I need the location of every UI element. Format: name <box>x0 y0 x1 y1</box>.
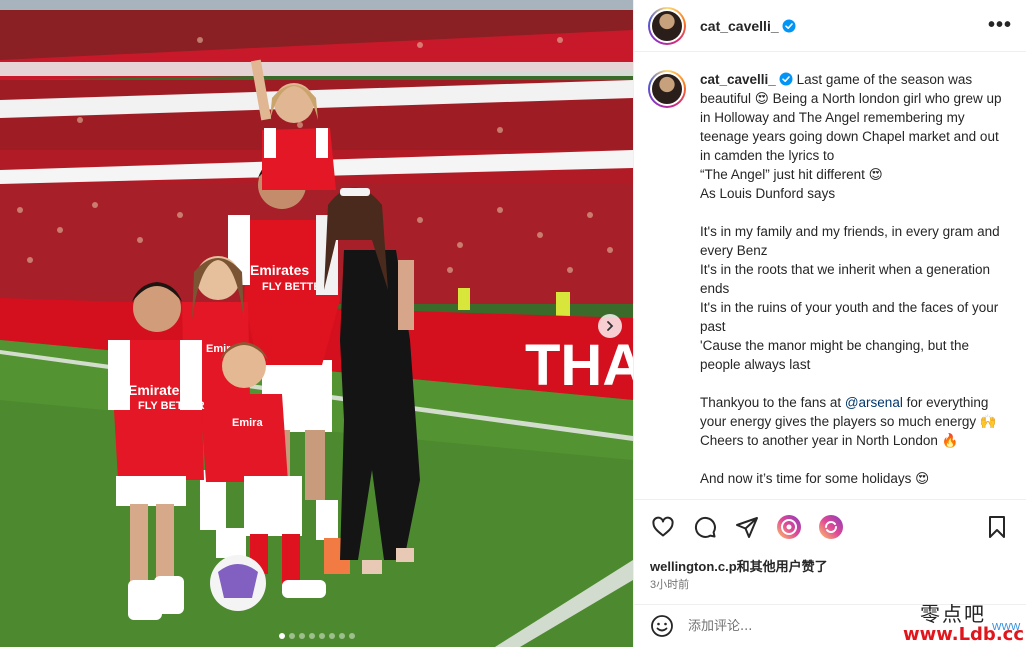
stadium-photo-art: THA Emirates FLY BETTER Emira Emira Emir… <box>0 0 633 647</box>
post-timestamp[interactable]: 3小时前 <box>650 576 689 592</box>
username-text[interactable]: cat_cavelli_ <box>700 18 779 34</box>
comment-button[interactable] <box>692 514 718 540</box>
watermark-text: 零点吧 <box>920 602 986 626</box>
username-link[interactable]: cat_cavelli_ <box>700 18 796 34</box>
threads-button[interactable] <box>776 514 802 540</box>
svg-text:Emirates: Emirates <box>128 382 187 398</box>
caption: cat_cavelli_ Last game of the season was… <box>648 70 1012 498</box>
caption-username[interactable]: cat_cavelli_ <box>700 72 776 87</box>
avatar[interactable] <box>648 6 686 45</box>
caption-body-start: Last game of the season was beautiful 😍 … <box>700 72 1002 410</box>
emoji-icon[interactable] <box>650 614 674 638</box>
carousel-dot <box>338 633 345 639</box>
mention-link[interactable]: @arsenal <box>845 395 903 410</box>
verified-icon <box>782 19 796 32</box>
carousel-indicator <box>0 633 633 639</box>
post-photo[interactable]: THA Emirates FLY BETTER Emira Emira Emir… <box>0 0 633 647</box>
carousel-dot <box>308 633 315 639</box>
like-button[interactable] <box>650 514 676 540</box>
svg-text:Emira: Emira <box>232 417 263 429</box>
carousel-dot <box>328 633 335 639</box>
carousel-dot <box>288 633 295 639</box>
action-bar <box>634 499 1026 554</box>
threads-icon <box>777 515 801 539</box>
remix-button[interactable] <box>818 514 844 540</box>
remix-icon <box>819 515 843 539</box>
carousel-next-button[interactable] <box>598 314 622 338</box>
share-icon <box>736 517 758 538</box>
verified-icon <box>779 72 793 86</box>
carousel-dot <box>298 633 305 639</box>
likes-summary[interactable]: wellington.c.p和其他用户赞了 <box>650 556 828 575</box>
post-side-panel: cat_cavelli_ ••• cat_cavelli_ Last game … <box>633 0 1026 647</box>
watermark-small: WWW <box>992 622 1021 633</box>
carousel-dot <box>348 633 355 639</box>
comment-icon <box>694 516 716 538</box>
svg-text:FLY BETTER: FLY BETTER <box>138 400 205 412</box>
svg-text:THA: THA <box>525 333 633 398</box>
save-button[interactable] <box>984 514 1010 540</box>
chevron-right-icon <box>607 321 614 331</box>
avatar[interactable] <box>648 70 686 108</box>
post-header: cat_cavelli_ ••• <box>634 0 1026 52</box>
carousel-dot <box>318 633 325 639</box>
heart-icon <box>652 516 674 537</box>
caption-text: cat_cavelli_ Last game of the season was… <box>700 70 1012 498</box>
more-options-button[interactable]: ••• <box>988 14 1012 37</box>
carousel-dot <box>278 633 285 639</box>
svg-text:Emirates: Emirates <box>250 262 309 278</box>
bookmark-icon <box>989 516 1005 538</box>
share-button[interactable] <box>734 514 760 540</box>
